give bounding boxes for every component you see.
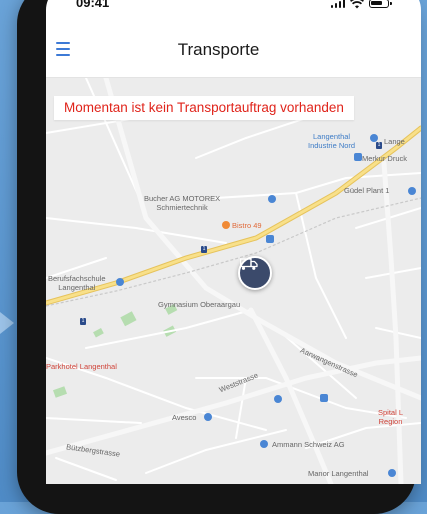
map-pin-icon — [116, 278, 124, 286]
truck-icon — [240, 258, 258, 270]
map-label-text: Langenthal — [312, 132, 351, 141]
map-label-langenthal: Lange — [384, 137, 405, 146]
map-pin-icon — [388, 469, 396, 477]
highway-shield-icon: 1 — [376, 142, 382, 149]
map-label-ammann: Ammann Schweiz AG — [272, 440, 345, 449]
map-label-text: Langenthal — [58, 283, 96, 292]
app-header: Transporte — [46, 22, 421, 78]
battery-icon — [369, 0, 392, 8]
map-label-manor: Manor Langenthal — [308, 469, 369, 478]
map-label-avesco: Avesco — [172, 413, 197, 422]
truck-location-marker[interactable] — [238, 256, 272, 290]
hamburger-menu-icon[interactable] — [56, 40, 78, 58]
map-label-parkhotel: Parkhotel Langenthal — [46, 362, 117, 371]
map-pin-icon — [408, 187, 416, 195]
status-icons — [330, 0, 392, 10]
cellular-signal-icon — [330, 0, 345, 8]
map-label-text: Spital L — [378, 408, 404, 417]
restaurant-icon — [222, 221, 230, 229]
map-label-gymnasium: Gymnasium Oberaargau — [158, 300, 241, 309]
map-pin-icon — [204, 413, 212, 421]
station-icon — [320, 394, 328, 402]
app-screen: 09:41 Transporte Momentan ist kein Trans… — [46, 0, 421, 484]
page-title: Transporte — [177, 39, 260, 59]
map-pin-icon — [370, 134, 378, 142]
map-pin-icon — [274, 395, 282, 403]
background-arrow — [0, 312, 14, 334]
map-label-bucher: Bucher AG MOTOREX Schmiertechnik — [144, 194, 220, 212]
map-label-text: Berufsfachschule — [48, 274, 106, 283]
no-transport-banner: Momentan ist kein Transportauftrag vorha… — [54, 96, 354, 120]
map-pin-icon — [268, 195, 276, 203]
phone-frame: 09:41 Transporte Momentan ist kein Trans… — [17, 0, 421, 514]
map-label-spital: Spital L Region — [378, 408, 403, 426]
map-view[interactable]: Momentan ist kein Transportauftrag vorha… — [46, 78, 421, 484]
map-label-merkur: Merkur Druck — [362, 154, 408, 163]
map-pin-icon — [260, 440, 268, 448]
map-label-berufsfachschule: Berufsfachschule Langenthal — [48, 274, 106, 292]
map-label-text: Schmiertechnik — [156, 203, 208, 212]
highway-shield-icon: 1 — [80, 318, 86, 325]
highway-shield-icon: 1 — [201, 246, 207, 253]
map-label-bistro: Bistro 49 — [232, 221, 262, 230]
station-icon — [354, 153, 362, 161]
status-time: 09:41 — [76, 0, 110, 10]
map-label-text: Bucher AG MOTOREX — [144, 194, 221, 203]
map-label-text: Region — [378, 417, 403, 426]
status-bar: 09:41 — [46, 0, 421, 22]
station-icon — [266, 235, 274, 243]
wifi-icon — [350, 0, 364, 8]
map-label-text: Industrie Nord — [308, 141, 356, 150]
map-label-gudel: Güdel Plant 1 — [344, 186, 390, 195]
map-label-industrie-nord: Langenthal Industrie Nord — [308, 132, 355, 150]
